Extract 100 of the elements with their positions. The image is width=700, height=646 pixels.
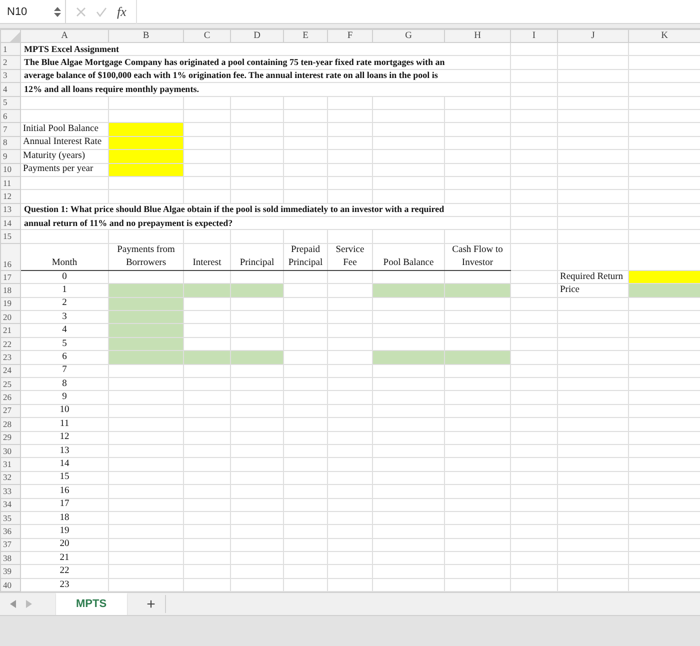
cell-text: 14 [60, 459, 70, 470]
column-header[interactable]: E [284, 30, 328, 42]
cell-text: 5 [62, 338, 67, 348]
row-number[interactable]: 4 [0, 82, 20, 96]
row-number[interactable]: 28 [0, 418, 20, 432]
highlighted-cell[interactable] [108, 284, 184, 298]
highlighted-cell[interactable] [184, 284, 230, 298]
column-title: Principal [240, 256, 274, 270]
sheet-tab[interactable]: MPTS [56, 593, 127, 616]
row-number[interactable]: 14 [0, 216, 20, 230]
row-number[interactable]: 12 [0, 190, 20, 204]
row-number[interactable]: 1 [0, 42, 20, 56]
row-number[interactable]: 35 [0, 511, 20, 525]
row-number[interactable]: 24 [0, 364, 20, 378]
highlighted-cell[interactable] [108, 150, 184, 164]
row-number[interactable]: 34 [0, 498, 20, 512]
row-number[interactable]: 2 [0, 56, 20, 70]
highlighted-cell[interactable] [628, 270, 700, 284]
cell-text: 4 [62, 325, 67, 336]
cell-text: Annual Interest Rate [23, 137, 102, 148]
row-number[interactable]: 5 [0, 96, 20, 110]
row-number[interactable]: 39 [0, 564, 20, 578]
row-number[interactable]: 22 [0, 337, 20, 351]
function-button[interactable]: fx [117, 4, 126, 20]
note-text: 12% and all loans require monthly payments. [24, 84, 199, 94]
column-title: Cash Flow to Investor [452, 244, 503, 270]
row-number[interactable]: 26 [0, 390, 20, 404]
highlighted-cell[interactable] [108, 337, 184, 351]
row-number[interactable]: 13 [0, 203, 20, 217]
cell-text: 16 [60, 486, 70, 496]
highlighted-cell[interactable] [444, 284, 510, 298]
row-number[interactable]: 29 [0, 431, 20, 444]
row-number[interactable]: 37 [0, 538, 20, 552]
highlighted-cell[interactable] [372, 350, 444, 364]
cell-text: Payments per year [23, 164, 94, 174]
highlighted-cell[interactable] [108, 122, 184, 136]
row-number[interactable]: 33 [0, 484, 20, 498]
row-number[interactable]: 36 [0, 524, 20, 538]
highlighted-cell[interactable] [230, 284, 284, 298]
row-number[interactable]: 31 [0, 458, 20, 472]
row-number[interactable]: 8 [0, 136, 20, 150]
column-header[interactable]: A [20, 30, 108, 42]
highlighted-cell[interactable] [628, 284, 700, 298]
column-header[interactable]: B [108, 30, 184, 42]
row-number[interactable]: 18 [0, 284, 20, 298]
cell-text: 13 [60, 446, 70, 456]
row-number[interactable]: 17 [0, 270, 20, 284]
column-title: Service Fee [336, 244, 364, 270]
highlighted-cell[interactable] [230, 350, 284, 364]
cell-text: 3 [62, 312, 67, 322]
next-sheet-icon[interactable] [26, 600, 32, 608]
cell-text: Initial Pool Balance [23, 124, 98, 134]
highlighted-cell[interactable] [108, 163, 184, 176]
row-number[interactable]: 38 [0, 552, 20, 565]
cell-text: 12 [60, 432, 70, 442]
highlighted-cell[interactable] [108, 350, 184, 364]
row-number[interactable]: 25 [0, 377, 20, 391]
column-header[interactable]: D [230, 30, 284, 42]
column-header[interactable]: K [628, 30, 700, 42]
row-number[interactable]: 15 [0, 230, 20, 244]
row-number[interactable]: 7 [0, 122, 20, 136]
column-title: Pool Balance [383, 256, 434, 270]
row-number[interactable]: 6 [0, 109, 20, 123]
column-header[interactable]: G [372, 30, 444, 42]
cancel-icon[interactable] [76, 6, 86, 16]
row-number[interactable]: 27 [0, 404, 20, 418]
cell-text: 1 [62, 284, 67, 295]
cell-text: 17 [60, 499, 70, 510]
row-number[interactable]: 3 [0, 69, 20, 83]
column-header[interactable]: I [510, 30, 558, 42]
highlighted-cell[interactable] [184, 350, 230, 364]
previous-sheet-icon[interactable] [10, 600, 16, 608]
row-number[interactable]: 20 [0, 310, 20, 324]
row-number[interactable]: 21 [0, 324, 20, 338]
row-number[interactable]: 9 [0, 150, 20, 164]
cell-text: 0 [62, 272, 67, 282]
note-text: The Blue Algae Mortgage Company has originated a pool containing 75 ten-year fixed rate mortgages with an [24, 57, 445, 68]
highlighted-cell[interactable] [108, 297, 184, 311]
row-number[interactable]: 10 [0, 163, 20, 176]
column-header[interactable]: F [328, 30, 372, 42]
highlighted-cell[interactable] [108, 324, 184, 338]
row-number[interactable]: 30 [0, 444, 20, 458]
cell-text: Required Return [560, 272, 624, 282]
check-icon[interactable] [96, 6, 107, 16]
highlighted-cell[interactable] [372, 284, 444, 298]
stepper-icon[interactable] [54, 6, 61, 18]
highlighted-cell[interactable] [444, 350, 510, 364]
add-sheet-button[interactable]: + [136, 595, 166, 614]
row-number[interactable]: 23 [0, 350, 20, 364]
column-title: Month [52, 256, 78, 270]
highlighted-cell[interactable] [108, 310, 184, 324]
column-header[interactable]: H [444, 30, 510, 42]
row-number[interactable]: 19 [0, 297, 20, 311]
column-header[interactable]: C [184, 30, 230, 42]
row-number[interactable]: 16 [0, 243, 20, 270]
row-number[interactable]: 11 [0, 176, 20, 190]
row-number[interactable]: 40 [0, 578, 20, 592]
column-header[interactable]: J [558, 30, 628, 42]
highlighted-cell[interactable] [108, 136, 184, 150]
row-number[interactable]: 32 [0, 471, 20, 485]
